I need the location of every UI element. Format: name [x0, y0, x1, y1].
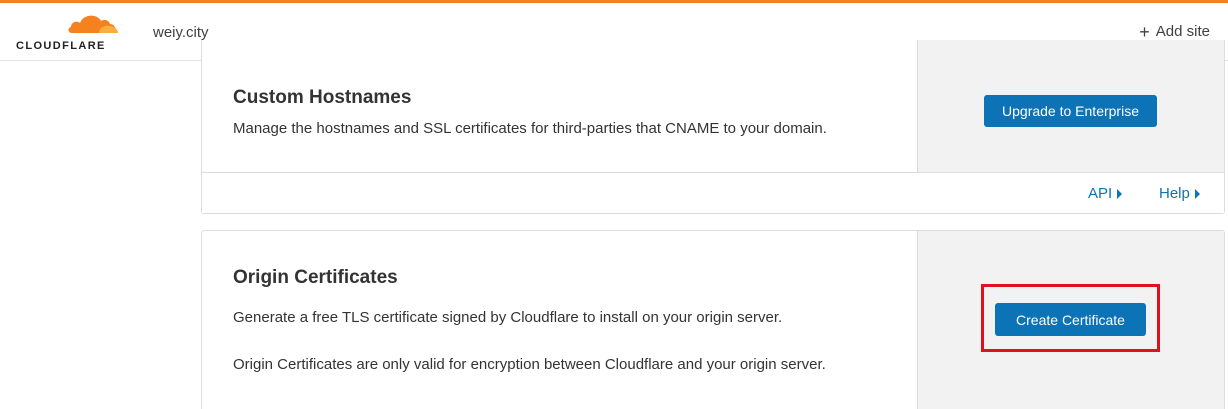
cloud-icon [68, 15, 118, 33]
api-link[interactable]: API [1088, 185, 1123, 202]
help-link-label: Help [1159, 185, 1190, 202]
custom-hostnames-action-panel: Upgrade to Enterprise [917, 40, 1224, 172]
help-link[interactable]: Help [1159, 185, 1200, 202]
custom-hostnames-footer: API Help [202, 172, 1224, 213]
caret-right-icon [1117, 188, 1123, 199]
api-link-label: API [1088, 185, 1113, 202]
origin-certificates-card: Create Certificate Origin Certificates G… [201, 230, 1225, 409]
zone-name[interactable]: weiy.city [153, 24, 209, 41]
add-site-button[interactable]: + Add site [1139, 21, 1210, 42]
custom-hostnames-card: Upgrade to Enterprise Custom Hostnames M… [201, 40, 1225, 214]
plus-icon: + [1139, 21, 1150, 42]
cloudflare-logo[interactable]: CLOUDFLARE [16, 11, 120, 55]
custom-hostnames-title: Custom Hostnames [233, 87, 412, 108]
origin-certificates-note: Origin Certificates are only valid for e… [233, 356, 826, 373]
origin-certificates-action-panel: Create Certificate [917, 231, 1224, 409]
origin-certificates-description: Generate a free TLS certificate signed b… [233, 309, 783, 326]
upgrade-to-enterprise-button[interactable]: Upgrade to Enterprise [984, 95, 1157, 127]
logo-wordmark: CLOUDFLARE [16, 40, 106, 52]
custom-hostnames-description: Manage the hostnames and SSL certificate… [233, 120, 827, 137]
create-certificate-button[interactable]: Create Certificate [995, 303, 1146, 336]
add-site-label: Add site [1155, 23, 1210, 40]
caret-right-icon [1194, 188, 1200, 199]
origin-certificates-title: Origin Certificates [233, 267, 398, 288]
